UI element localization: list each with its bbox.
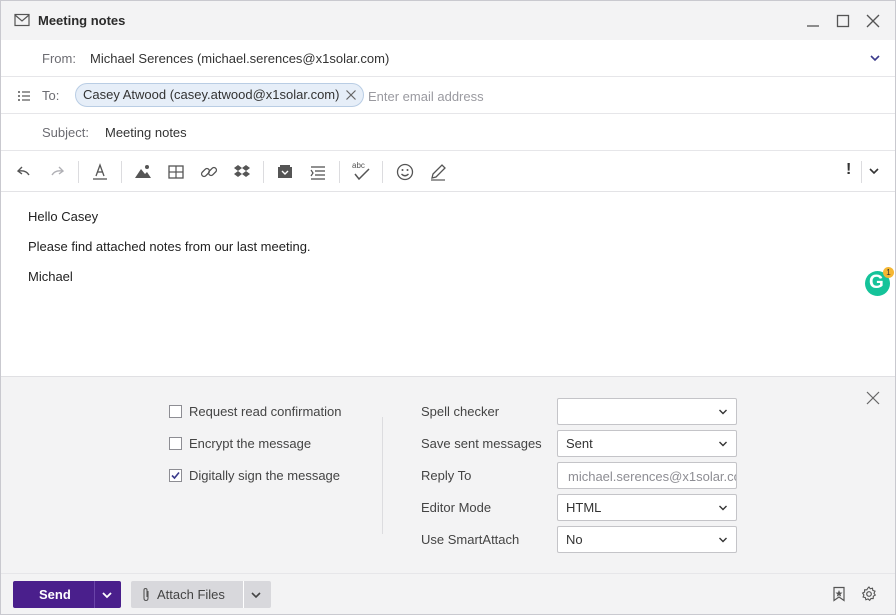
grammarly-letter: G — [869, 272, 884, 293]
spell-checker-label: Spell checker — [421, 404, 500, 419]
body-line: Please find attached notes from our last… — [28, 239, 311, 254]
attach-options-chevron-icon[interactable] — [250, 590, 262, 600]
insert-table-icon[interactable] — [166, 162, 186, 182]
subject-row: Subject: Meeting notes — [1, 114, 895, 151]
reply-to-label: Reply To — [421, 468, 472, 483]
reply-to-input[interactable]: michael.serences@x1solar.com — [557, 462, 737, 489]
maximize-icon[interactable] — [834, 12, 852, 30]
encrypt-label: Encrypt the message — [189, 436, 312, 451]
toolbar-divider — [382, 161, 383, 183]
subject-input[interactable]: Meeting notes — [105, 125, 187, 140]
grammarly-count-badge: 1 — [883, 267, 894, 278]
checkmark-icon — [171, 471, 180, 480]
archive-icon[interactable] — [275, 162, 295, 182]
remove-recipient-icon[interactable] — [345, 89, 357, 101]
title-bar: Meeting notes — [1, 1, 895, 40]
bookmark-star-icon[interactable] — [831, 586, 847, 602]
emoji-icon[interactable] — [395, 162, 415, 182]
attach-divider — [243, 581, 244, 608]
minimize-icon[interactable] — [804, 12, 822, 30]
chevron-down-icon — [719, 409, 727, 415]
formatting-toolbar: abc ! — [1, 151, 895, 192]
from-value[interactable]: Michael Serences (michael.serences@x1sol… — [90, 51, 389, 66]
save-sent-label: Save sent messages — [421, 436, 542, 451]
options-divider — [382, 417, 383, 534]
undo-icon[interactable] — [14, 162, 34, 182]
editor-mode-value: HTML — [566, 500, 602, 515]
to-label: To: — [42, 88, 60, 103]
recipient-input[interactable]: Enter email address — [368, 89, 484, 104]
message-body[interactable]: Hello Casey Please find attached notes f… — [1, 192, 895, 376]
digital-sign-checkbox[interactable] — [169, 469, 182, 482]
send-label: Send — [39, 587, 71, 602]
read-confirmation-checkbox[interactable] — [169, 405, 182, 418]
toolbar-divider — [339, 161, 340, 183]
font-color-icon[interactable] — [90, 162, 110, 182]
read-confirmation-label: Request read confirmation — [189, 404, 342, 419]
grammarly-icon[interactable]: G 1 — [865, 267, 894, 296]
body-line: Hello Casey — [28, 209, 99, 224]
spellcheck-abc-label: abc — [352, 161, 365, 170]
spell-checker-select[interactable] — [557, 398, 737, 425]
smart-attach-select[interactable]: No — [557, 526, 737, 553]
priority-icon[interactable]: ! — [846, 161, 851, 179]
send-divider — [94, 581, 95, 608]
window-title: Meeting notes — [38, 13, 126, 28]
attach-files-button[interactable]: Attach Files — [131, 581, 271, 608]
chevron-down-icon — [719, 537, 727, 543]
close-options-icon[interactable] — [866, 391, 880, 405]
dropbox-icon[interactable] — [232, 162, 252, 182]
insert-link-icon[interactable] — [199, 162, 219, 182]
toolbar-divider — [263, 161, 264, 183]
chevron-down-icon — [719, 441, 727, 447]
redo-icon[interactable] — [47, 162, 67, 182]
from-chevron-down-icon[interactable] — [869, 53, 881, 63]
save-sent-select[interactable]: Sent — [557, 430, 737, 457]
spellcheck-icon[interactable]: abc — [351, 161, 371, 182]
smart-attach-value: No — [566, 532, 583, 547]
recipient-chip[interactable]: Casey Atwood (casey.atwood@x1solar.com) — [75, 83, 365, 107]
body-line: Michael — [28, 269, 73, 284]
more-chevron-icon[interactable] — [868, 166, 880, 176]
editor-mode-select[interactable]: HTML — [557, 494, 737, 521]
recipient-chip-label: Casey Atwood (casey.atwood@x1solar.com) — [83, 87, 340, 102]
signature-pen-icon[interactable] — [428, 162, 448, 182]
from-row[interactable]: From: Michael Serences (michael.serences… — [1, 40, 895, 77]
compose-window: Meeting notes From: Michael Serences (mi… — [0, 0, 896, 615]
editor-mode-label: Editor Mode — [421, 500, 492, 515]
digital-sign-label: Digitally sign the message — [189, 468, 341, 483]
toolbar-divider — [861, 161, 862, 183]
send-button[interactable]: Send — [13, 581, 121, 608]
close-window-icon[interactable] — [864, 12, 882, 30]
contacts-list-icon[interactable] — [17, 89, 31, 103]
smart-attach-label: Use SmartAttach — [421, 532, 520, 547]
send-options-chevron-icon[interactable] — [101, 590, 113, 600]
message-options-panel: Request read confirmation Encrypt the me… — [1, 376, 895, 573]
encrypt-checkbox[interactable] — [169, 437, 182, 450]
from-label: From: — [42, 51, 76, 66]
format-lines-icon[interactable] — [308, 162, 328, 182]
paperclip-icon — [143, 587, 149, 602]
attach-files-label: Attach Files — [157, 587, 225, 602]
envelope-icon — [14, 13, 30, 27]
compose-footer: Send Attach Files — [1, 573, 895, 614]
toolbar-divider — [121, 161, 122, 183]
save-sent-value: Sent — [566, 436, 593, 451]
subject-label: Subject: — [42, 125, 89, 140]
settings-gear-icon[interactable] — [861, 586, 877, 602]
chevron-down-icon — [719, 505, 727, 511]
insert-image-icon[interactable] — [133, 162, 153, 182]
toolbar-divider — [78, 161, 79, 183]
to-row: To: Casey Atwood (casey.atwood@x1solar.c… — [1, 77, 895, 114]
